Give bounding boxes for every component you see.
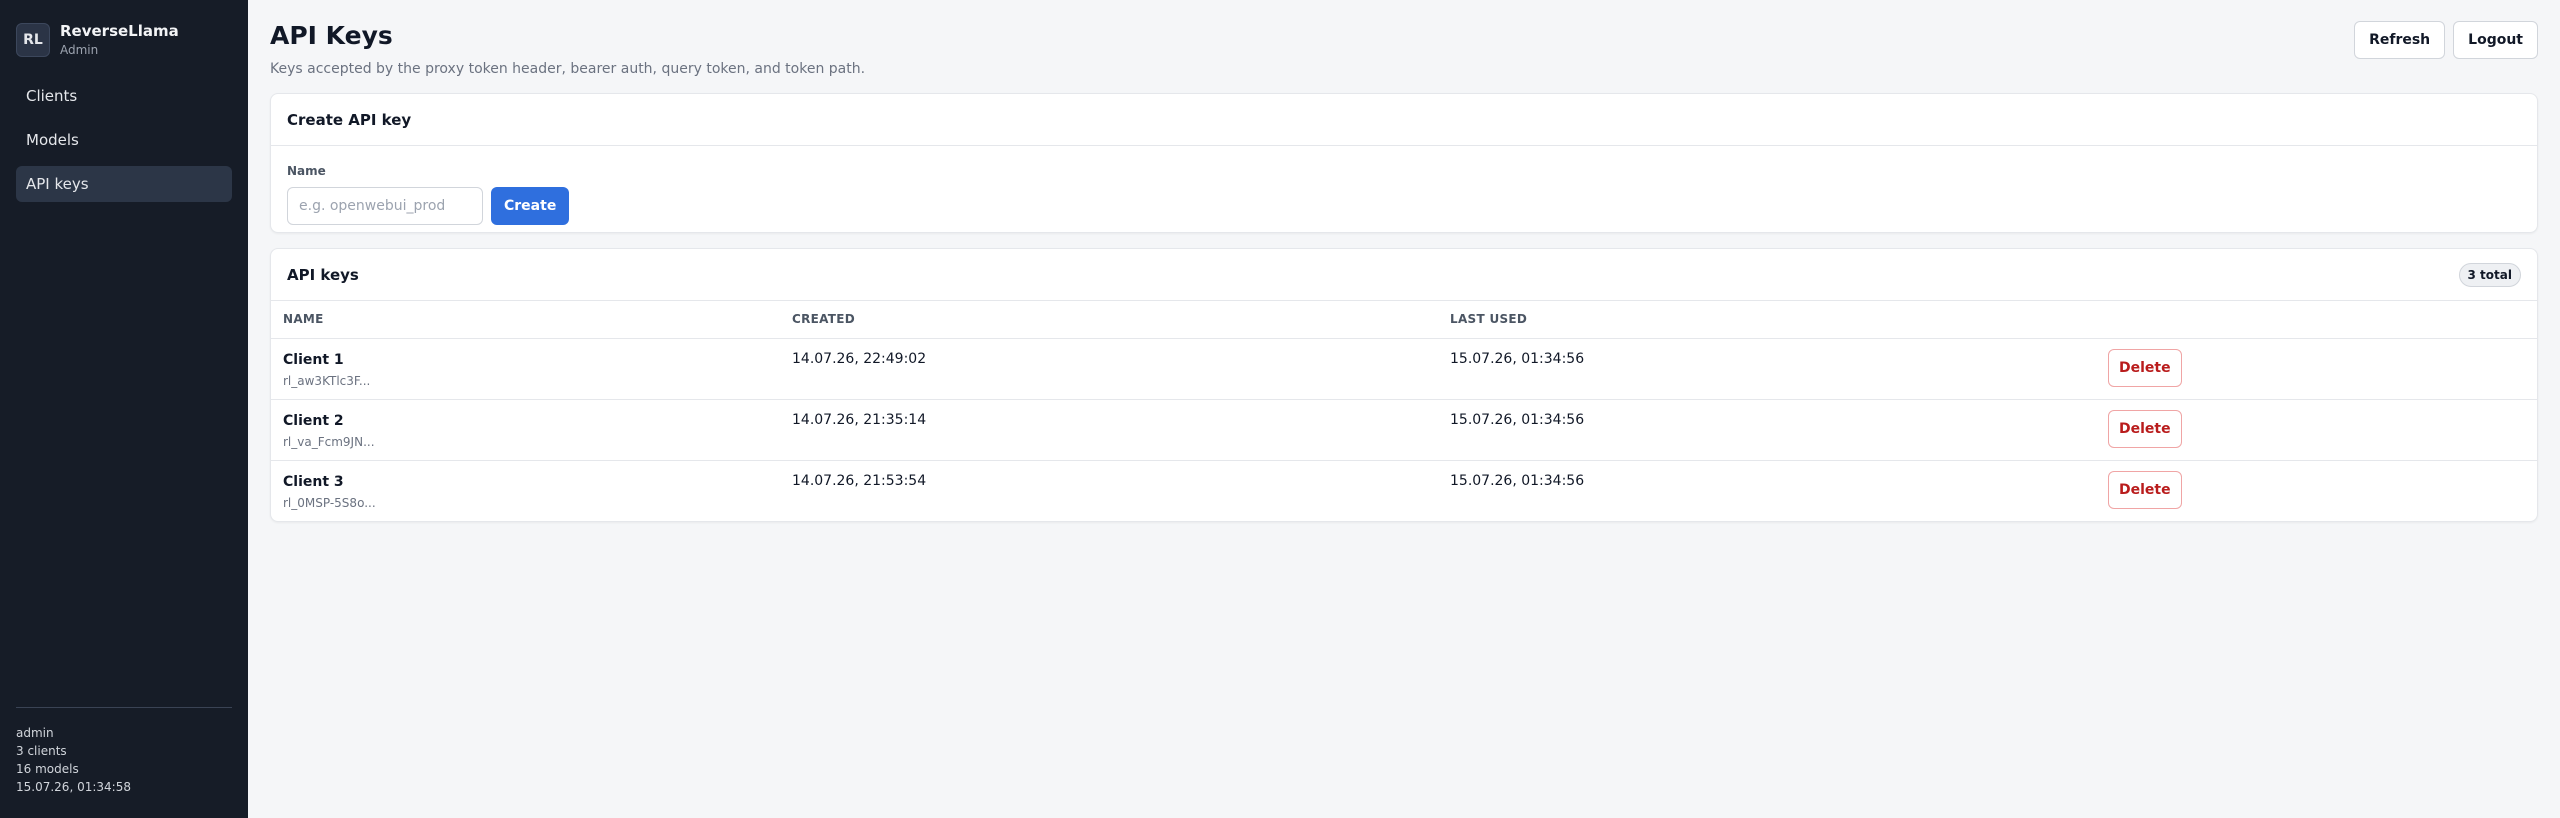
column-header-actions xyxy=(2096,301,2537,339)
table-row: Client 1 rl_aw3KTlc3F... 14.07.26, 22:49… xyxy=(271,338,2537,399)
cell-actions: Delete xyxy=(2096,399,2537,460)
sidebar-item-api-keys[interactable]: API keys xyxy=(16,166,232,202)
key-prefix: rl_va_Fcm9JN... xyxy=(283,434,375,449)
key-name: Client 2 xyxy=(283,412,344,429)
brand-name: ReverseLlama xyxy=(60,22,179,40)
delete-button[interactable]: Delete xyxy=(2108,348,2182,387)
column-header-created: CREATED xyxy=(780,301,1438,339)
cell-created: 14.07.26, 21:35:14 xyxy=(792,411,927,428)
table-header: NAME CREATED LAST USED xyxy=(271,301,2537,339)
page-header: API Keys Keys accepted by the proxy toke… xyxy=(270,0,2538,93)
sidebar-item-clients[interactable]: Clients xyxy=(16,78,232,114)
cell-created: 14.07.26, 22:49:02 xyxy=(792,350,927,367)
footer-clients-count: 3 clients xyxy=(16,744,67,758)
refresh-button[interactable]: Refresh xyxy=(2354,21,2446,59)
header-actions: Refresh Logout xyxy=(2354,21,2538,59)
api-keys-card: API keys 3 total NAME CREATED LAST USED … xyxy=(270,248,2538,522)
create-button[interactable]: Create xyxy=(491,187,570,225)
delete-button[interactable]: Delete xyxy=(2108,409,2182,448)
key-name: Client 3 xyxy=(283,473,344,490)
cell-name: Client 3 rl_0MSP-5S8o... xyxy=(271,460,780,521)
sidebar-footer: admin 3 clients 16 models 15.07.26, 01:3… xyxy=(16,707,232,796)
logout-button[interactable]: Logout xyxy=(2453,21,2538,59)
column-header-last-used: LAST USED xyxy=(1438,301,2096,339)
sidebar-item-models[interactable]: Models xyxy=(16,122,232,158)
cell-created: 14.07.26, 21:53:54 xyxy=(792,472,927,489)
brand-logo: RL xyxy=(16,23,50,57)
main-content: API Keys Keys accepted by the proxy toke… xyxy=(248,0,2560,818)
cell-last-used: 15.07.26, 01:34:56 xyxy=(1450,472,1585,489)
count-badge: 3 total xyxy=(2458,263,2521,287)
cell-name: Client 1 rl_aw3KTlc3F... xyxy=(271,338,780,399)
key-prefix: rl_0MSP-5S8o... xyxy=(283,495,376,510)
cell-last-used: 15.07.26, 01:34:56 xyxy=(1450,411,1585,428)
table-row: Client 3 rl_0MSP-5S8o... 14.07.26, 21:53… xyxy=(271,460,2537,521)
name-field-label: Name xyxy=(287,164,326,178)
key-name: Client 1 xyxy=(283,351,344,368)
footer-models-count: 16 models xyxy=(16,762,79,776)
table-body: Client 1 rl_aw3KTlc3F... 14.07.26, 22:49… xyxy=(271,338,2537,521)
footer-timestamp: 15.07.26, 01:34:58 xyxy=(16,780,131,794)
cell-actions: Delete xyxy=(2096,460,2537,521)
table-row: Client 2 rl_va_Fcm9JN... 14.07.26, 21:35… xyxy=(271,399,2537,460)
delete-button[interactable]: Delete xyxy=(2108,470,2182,509)
sidebar: RL ReverseLlama Admin Clients Models API… xyxy=(0,0,248,818)
brand: RL ReverseLlama Admin xyxy=(0,0,248,58)
api-keys-table: NAME CREATED LAST USED Client 1 rl_aw3KT… xyxy=(271,301,2537,521)
footer-user: admin xyxy=(16,726,54,740)
sidebar-nav: Clients Models API keys xyxy=(0,78,248,202)
name-input[interactable] xyxy=(287,187,483,225)
cell-actions: Delete xyxy=(2096,338,2537,399)
cell-name: Client 2 rl_va_Fcm9JN... xyxy=(271,399,780,460)
keys-card-title: API keys xyxy=(287,265,359,284)
create-form: Name Create xyxy=(271,146,2537,239)
keys-card-header: API keys 3 total xyxy=(271,249,2537,301)
page-title: API Keys xyxy=(270,21,393,50)
create-card-title: Create API key xyxy=(287,110,412,129)
page-subtitle: Keys accepted by the proxy token header,… xyxy=(270,61,866,77)
app-root: RL ReverseLlama Admin Clients Models API… xyxy=(0,0,2560,818)
create-api-key-card: Create API key Name Create xyxy=(270,93,2538,233)
create-card-header: Create API key xyxy=(271,94,2537,146)
create-row: Create xyxy=(287,187,2521,225)
cell-last-used: 15.07.26, 01:34:56 xyxy=(1450,350,1585,367)
brand-text: ReverseLlama Admin xyxy=(60,22,179,58)
table-header-row: NAME CREATED LAST USED xyxy=(271,301,2537,339)
column-header-name: NAME xyxy=(271,301,780,339)
key-prefix: rl_aw3KTlc3F... xyxy=(283,373,371,388)
brand-role: Admin xyxy=(60,43,99,57)
